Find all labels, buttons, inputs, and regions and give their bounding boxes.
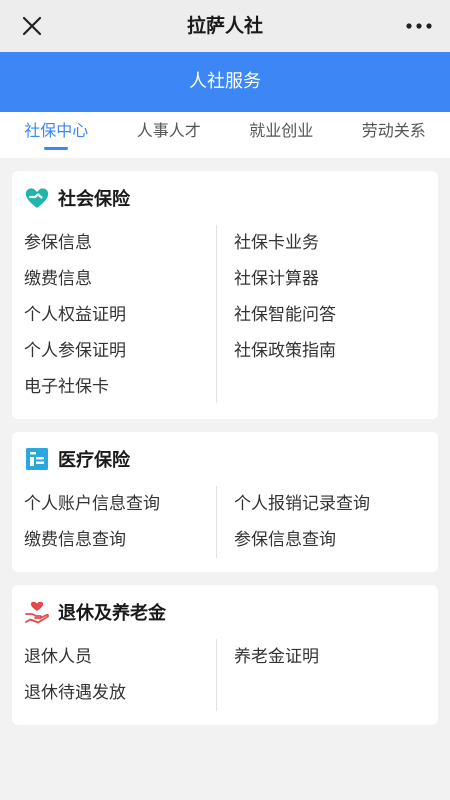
heart-hand-icon	[24, 185, 50, 211]
tab-personnel-talent[interactable]: 人事人才	[113, 112, 226, 158]
link-smart-qa[interactable]: 社保智能问答	[234, 297, 426, 333]
medical-insurance-card: 医疗保险 个人账户信息查询 缴费信息查询 个人报销记录查询 参保信息查询	[12, 432, 438, 572]
link-insurance-query[interactable]: 参保信息查询	[234, 522, 426, 558]
active-tab-indicator	[44, 147, 69, 150]
tab-label: 人事人才	[136, 121, 201, 140]
page-header: 人社服务	[0, 52, 450, 112]
column-divider	[216, 486, 217, 558]
link-benefit-payment[interactable]: 退休待遇发放	[24, 675, 216, 711]
link-policy-guide[interactable]: 社保政策指南	[234, 333, 426, 369]
social-insurance-card: 社会保险 参保信息 缴费信息 个人权益证明 个人参保证明 电子社保卡 社保卡业务…	[12, 171, 438, 419]
link-card-business[interactable]: 社保卡业务	[234, 225, 426, 261]
card-header: 退休及养老金	[24, 598, 166, 626]
card-header: 社会保险	[24, 184, 130, 212]
link-reimbursement-query[interactable]: 个人报销记录查询	[234, 486, 426, 522]
card-title: 医疗保险	[58, 450, 130, 471]
column-divider	[216, 639, 217, 711]
retirement-pension-card: 退休及养老金 退休人员 退休待遇发放 养老金证明	[12, 585, 438, 725]
link-payment-query[interactable]: 缴费信息查询	[24, 522, 216, 558]
window-titlebar: 拉萨人社	[0, 0, 450, 52]
link-column-right: 养老金证明	[234, 639, 426, 675]
tab-labor-relations[interactable]: 劳动关系	[338, 112, 450, 158]
hand-heart-icon	[24, 599, 50, 625]
tab-social-security-center[interactable]: 社保中心	[0, 112, 113, 158]
link-insurance-info[interactable]: 参保信息	[24, 225, 216, 261]
column-divider	[216, 225, 217, 403]
tab-label: 劳动关系	[361, 121, 426, 140]
close-icon[interactable]	[18, 12, 46, 40]
card-title: 退休及养老金	[58, 603, 166, 624]
tab-bar: 社保中心 人事人才 就业创业 劳动关系	[0, 112, 450, 158]
card-header: 医疗保险	[24, 445, 130, 473]
tab-label: 社保中心	[24, 121, 89, 140]
link-calculator[interactable]: 社保计算器	[234, 261, 426, 297]
tab-label: 就业创业	[249, 121, 314, 140]
link-rights-certificate[interactable]: 个人权益证明	[24, 297, 216, 333]
link-column-left: 个人账户信息查询 缴费信息查询	[24, 486, 216, 558]
link-payment-info[interactable]: 缴费信息	[24, 261, 216, 297]
page-title: 人社服务	[189, 71, 261, 92]
link-column-left: 参保信息 缴费信息 个人权益证明 个人参保证明 电子社保卡	[24, 225, 216, 405]
link-retired-personnel[interactable]: 退休人员	[24, 639, 216, 675]
link-account-query[interactable]: 个人账户信息查询	[24, 486, 216, 522]
document-icon	[24, 446, 50, 472]
link-column-right: 个人报销记录查询 参保信息查询	[234, 486, 426, 558]
tab-employment-entrepreneurship[interactable]: 就业创业	[225, 112, 338, 158]
link-column-left: 退休人员 退休待遇发放	[24, 639, 216, 711]
link-column-right: 社保卡业务 社保计算器 社保智能问答 社保政策指南	[234, 225, 426, 369]
window-title: 拉萨人社	[186, 15, 263, 37]
more-options-icon[interactable]	[402, 12, 436, 40]
link-pension-certificate[interactable]: 养老金证明	[234, 639, 426, 675]
link-insurance-certificate[interactable]: 个人参保证明	[24, 333, 216, 369]
card-title: 社会保险	[58, 189, 130, 210]
link-electronic-card[interactable]: 电子社保卡	[24, 369, 216, 405]
